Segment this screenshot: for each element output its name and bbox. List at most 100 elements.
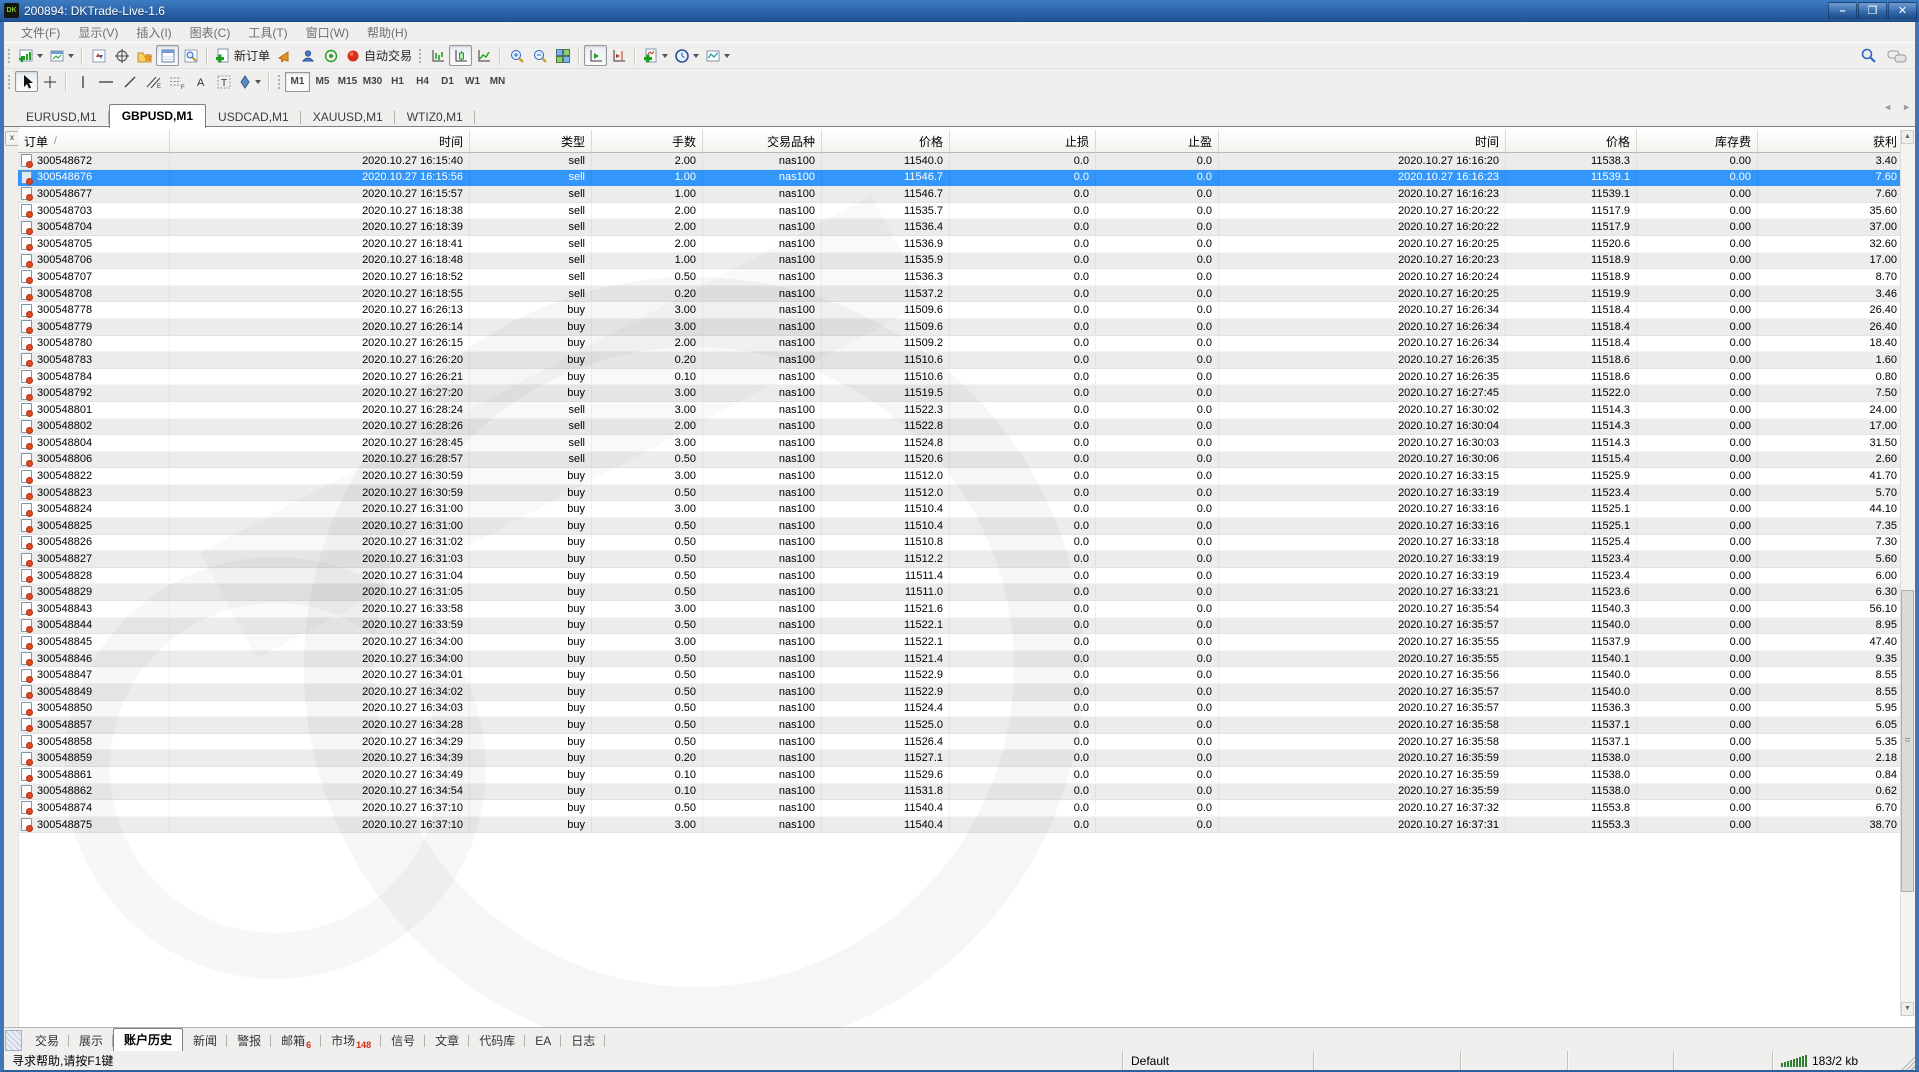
- terminal-tab-信号[interactable]: 信号: [381, 1031, 425, 1051]
- maximize-button[interactable]: ❐: [1858, 2, 1887, 20]
- community-button[interactable]: [296, 45, 319, 66]
- history-order-row[interactable]: 3005487042020.10.27 16:18:39sell2.00nas1…: [18, 219, 1904, 236]
- terminal-tab-新闻[interactable]: 新闻: [183, 1031, 227, 1051]
- periods-button[interactable]: [671, 45, 702, 66]
- terminal-tab-账户历史[interactable]: 账户历史: [113, 1028, 183, 1051]
- zoom-in-button[interactable]: [505, 45, 528, 66]
- menu-item[interactable]: 文件(F): [12, 24, 69, 41]
- status-profile[interactable]: Default: [1122, 1051, 1313, 1070]
- minimize-button[interactable]: –: [1828, 2, 1857, 20]
- column-header[interactable]: 价格: [822, 130, 950, 153]
- chart-tab[interactable]: USDCAD,M1: [206, 107, 301, 128]
- auto-scroll-button[interactable]: [584, 45, 607, 66]
- terminal-tab-交易[interactable]: 交易: [25, 1031, 69, 1051]
- timeframe-button-d1[interactable]: D1: [435, 72, 460, 92]
- chart-tab[interactable]: WTIZ0,M1: [395, 107, 475, 128]
- history-order-row[interactable]: 3005486762020.10.27 16:15:56sell1.00nas1…: [18, 170, 1904, 187]
- timeframe-button-w1[interactable]: W1: [460, 72, 485, 92]
- column-header[interactable]: 获利: [1758, 130, 1904, 153]
- timeframe-button-m5[interactable]: M5: [310, 72, 335, 92]
- column-header[interactable]: 时间: [170, 130, 470, 153]
- history-order-row[interactable]: 3005488582020.10.27 16:34:29buy0.50nas10…: [18, 734, 1904, 751]
- terminal-tab-市场[interactable]: 市场148: [321, 1031, 381, 1051]
- templates-button[interactable]: [702, 45, 733, 66]
- column-header[interactable]: 时间: [1219, 130, 1506, 153]
- history-order-row[interactable]: 3005488472020.10.27 16:34:01buy0.50nas10…: [18, 667, 1904, 684]
- history-order-row[interactable]: 3005487072020.10.27 16:18:52sell0.50nas1…: [18, 269, 1904, 286]
- horizontal-line-tool[interactable]: [94, 71, 118, 92]
- history-order-row[interactable]: 3005487842020.10.27 16:26:21buy0.10nas10…: [18, 369, 1904, 386]
- terminal-tab-代码库[interactable]: 代码库: [469, 1031, 525, 1051]
- terminal-tab-文章[interactable]: 文章: [425, 1031, 469, 1051]
- scroll-up-icon[interactable]: ▲: [1901, 130, 1914, 144]
- history-order-row[interactable]: 3005488462020.10.27 16:34:00buy0.50nas10…: [18, 651, 1904, 668]
- chart-tab[interactable]: EURUSD,M1: [14, 107, 109, 128]
- label-tool[interactable]: T: [212, 71, 235, 92]
- history-order-row[interactable]: 3005487062020.10.27 16:18:48sell1.00nas1…: [18, 253, 1904, 270]
- menu-item[interactable]: 图表(C): [181, 24, 240, 41]
- column-header[interactable]: 库存费: [1637, 130, 1758, 153]
- history-order-row[interactable]: 3005488442020.10.27 16:33:59buy0.50nas10…: [18, 618, 1904, 635]
- history-order-row[interactable]: 3005488622020.10.27 16:34:54buy0.10nas10…: [18, 784, 1904, 801]
- history-order-row[interactable]: 3005488222020.10.27 16:30:59buy3.00nas10…: [18, 468, 1904, 485]
- history-order-row[interactable]: 3005488262020.10.27 16:31:02buy0.50nas10…: [18, 535, 1904, 552]
- vertical-scrollbar[interactable]: ▲ ▼: [1900, 130, 1915, 1016]
- new-order-button[interactable]: 新订单: [212, 45, 273, 66]
- history-order-row[interactable]: 3005488232020.10.27 16:30:59buy0.50nas10…: [18, 485, 1904, 502]
- history-order-row[interactable]: 3005486722020.10.27 16:15:40sell2.00nas1…: [18, 153, 1904, 170]
- profiles-button[interactable]: [46, 45, 77, 66]
- column-header[interactable]: 止损: [950, 130, 1096, 153]
- strategy-tester-button[interactable]: [179, 45, 202, 66]
- history-order-row[interactable]: 3005488452020.10.27 16:34:00buy3.00nas10…: [18, 634, 1904, 651]
- line-chart-button[interactable]: [472, 45, 495, 66]
- history-order-row[interactable]: 3005486772020.10.27 16:15:57sell1.00nas1…: [18, 186, 1904, 203]
- indicators-button[interactable]: [640, 45, 671, 66]
- history-order-row[interactable]: 3005488272020.10.27 16:31:03buy0.50nas10…: [18, 551, 1904, 568]
- menu-item[interactable]: 插入(I): [127, 24, 180, 41]
- history-order-row[interactable]: 3005488282020.10.27 16:31:04buy0.50nas10…: [18, 568, 1904, 585]
- market-watch-button[interactable]: [87, 45, 110, 66]
- timeframe-button-mn[interactable]: MN: [485, 72, 510, 92]
- fibonacci-tool[interactable]: F: [165, 71, 189, 92]
- chart-shift-button[interactable]: [607, 45, 630, 66]
- history-order-row[interactable]: 3005488492020.10.27 16:34:02buy0.50nas10…: [18, 684, 1904, 701]
- navigator-button[interactable]: [133, 45, 156, 66]
- tab-scroll-left-icon[interactable]: ◄: [1883, 102, 1892, 112]
- terminal-tab-日志[interactable]: 日志: [561, 1031, 605, 1051]
- history-order-row[interactable]: 3005487832020.10.27 16:26:20buy0.20nas10…: [18, 352, 1904, 369]
- tile-windows-button[interactable]: [551, 45, 574, 66]
- toolbar-grip[interactable]: [418, 48, 423, 64]
- timeframe-button-m30[interactable]: M30: [360, 72, 385, 92]
- history-order-row[interactable]: 3005488432020.10.27 16:33:58buy3.00nas10…: [18, 601, 1904, 618]
- history-order-row[interactable]: 3005487792020.10.27 16:26:14buy3.00nas10…: [18, 319, 1904, 336]
- scroll-down-icon[interactable]: ▼: [1901, 1002, 1914, 1016]
- column-header[interactable]: 价格: [1506, 130, 1637, 153]
- terminal-tab-邮箱[interactable]: 邮箱6: [271, 1031, 321, 1051]
- timeframe-button-m1[interactable]: M1: [285, 72, 310, 92]
- menu-item[interactable]: 窗口(W): [297, 24, 358, 41]
- tab-scroll-right-icon[interactable]: ►: [1902, 102, 1911, 112]
- crosshair-tool-button[interactable]: [38, 71, 61, 92]
- trendline-tool[interactable]: [118, 71, 141, 92]
- history-order-row[interactable]: 3005488012020.10.27 16:28:24sell3.00nas1…: [18, 402, 1904, 419]
- history-order-row[interactable]: 3005487052020.10.27 16:18:41sell2.00nas1…: [18, 236, 1904, 253]
- history-order-row[interactable]: 3005488022020.10.27 16:28:26sell2.00nas1…: [18, 419, 1904, 436]
- toolbar-grip[interactable]: [7, 48, 12, 64]
- timeframe-button-m15[interactable]: M15: [335, 72, 360, 92]
- chart-tab[interactable]: XAUUSD,M1: [301, 107, 395, 128]
- toolbar-grip[interactable]: [277, 74, 282, 90]
- history-order-row[interactable]: 3005488242020.10.27 16:31:00buy3.00nas10…: [18, 501, 1904, 518]
- text-tool[interactable]: A: [189, 71, 212, 92]
- column-header[interactable]: 类型: [470, 130, 592, 153]
- search-icon[interactable]: [1860, 47, 1877, 64]
- history-order-row[interactable]: 3005488612020.10.27 16:34:49buy0.10nas10…: [18, 767, 1904, 784]
- history-order-row[interactable]: 3005488292020.10.27 16:31:05buy0.50nas10…: [18, 584, 1904, 601]
- menu-item[interactable]: 工具(T): [239, 24, 296, 41]
- menu-item[interactable]: 帮助(H): [358, 24, 417, 41]
- column-header[interactable]: 订单/: [18, 130, 170, 153]
- panel-close-icon[interactable]: x: [5, 131, 19, 146]
- terminal-tab-警报[interactable]: 警报: [227, 1031, 271, 1051]
- history-order-row[interactable]: 3005487082020.10.27 16:18:55sell0.20nas1…: [18, 286, 1904, 303]
- arrows-tool[interactable]: [235, 71, 264, 92]
- history-order-row[interactable]: 3005488592020.10.27 16:34:39buy0.20nas10…: [18, 750, 1904, 767]
